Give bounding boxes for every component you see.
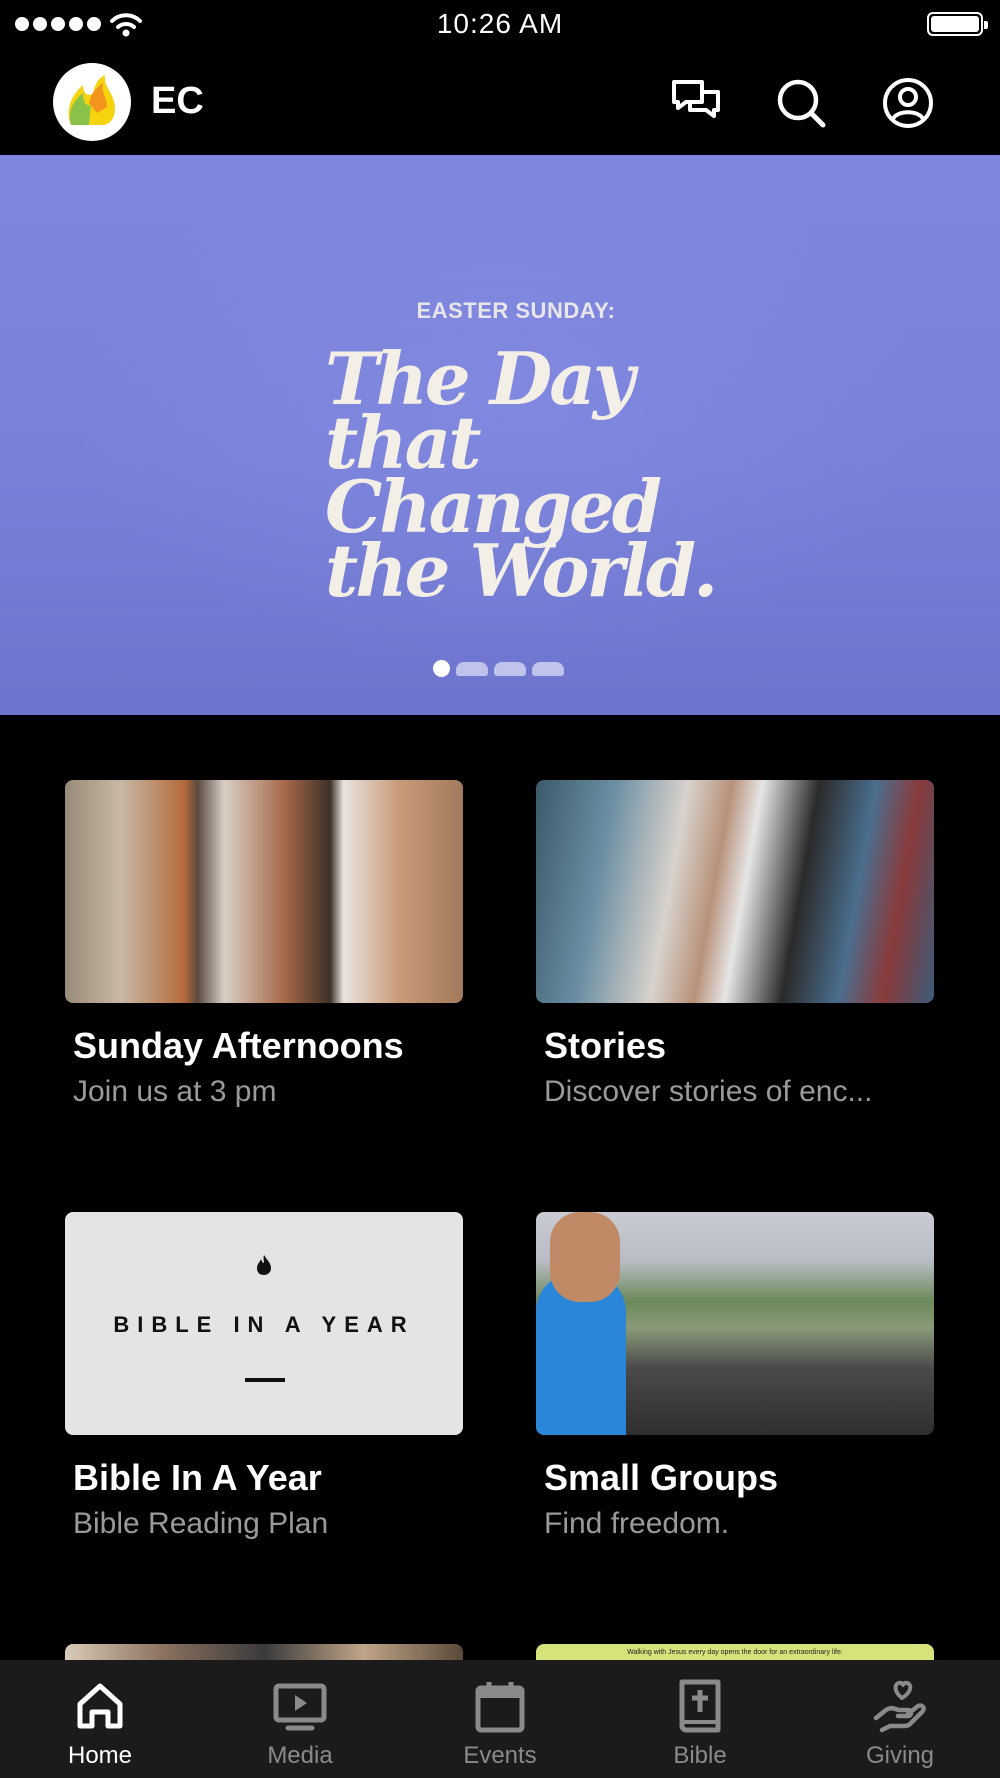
tab-label: Home: [67, 1742, 133, 1769]
card-subtitle: Find freedom.: [544, 1507, 730, 1540]
card-stories[interactable]: Stories Discover stories of enc...: [536, 780, 934, 1109]
giving-icon: [873, 1680, 926, 1733]
card-title: Bible In A Year: [73, 1457, 322, 1498]
card-subtitle: Discover stories of enc...: [544, 1075, 873, 1108]
media-icon: [273, 1683, 327, 1731]
bible-in-a-year-image: BIBLE IN A YEAR: [65, 1212, 463, 1435]
sunday-afternoons-photo: [65, 780, 463, 1003]
pagination-dot[interactable]: [494, 661, 526, 676]
search-icon[interactable]: [774, 76, 828, 130]
stories-photo: [536, 780, 934, 1003]
tab-label: Bible: [673, 1742, 727, 1769]
carousel-pagination[interactable]: [433, 660, 564, 677]
tab-bible[interactable]: Bible: [600, 1660, 800, 1778]
card-small-groups[interactable]: Small Groups Find freedom.: [536, 1212, 934, 1541]
flame-icon: [257, 1255, 271, 1275]
tab-label: Giving: [865, 1742, 935, 1769]
card-title: Small Groups: [544, 1457, 779, 1498]
person-face: [550, 1212, 620, 1302]
peek-card-text: Walking with Jesus every day opens the d…: [627, 1649, 843, 1656]
tab-label: Events: [463, 1742, 537, 1769]
tab-bar: Home Media Events Bible Giving: [0, 1660, 1000, 1778]
chat-icon[interactable]: [668, 76, 722, 130]
calendar-icon: [475, 1682, 525, 1733]
card-title: Sunday Afternoons: [73, 1025, 404, 1066]
divider: [245, 1378, 285, 1382]
small-groups-photo: [536, 1212, 934, 1435]
pagination-dot[interactable]: [532, 661, 564, 676]
profile-icon[interactable]: [881, 76, 935, 130]
app-header: EC: [0, 52, 1000, 154]
pagination-dot-active[interactable]: [433, 660, 450, 677]
bible-in-a-year-wordmark: BIBLE IN A YEAR: [113, 1312, 415, 1337]
flame-logo-icon: [68, 75, 115, 125]
tab-label: Media: [267, 1742, 333, 1769]
card-subtitle: Join us at 3 pm: [73, 1075, 277, 1108]
tab-media[interactable]: Media: [200, 1660, 400, 1778]
card-sunday-afternoons[interactable]: Sunday Afternoons Join us at 3 pm: [65, 780, 463, 1109]
hero-carousel[interactable]: EASTER SUNDAY: The Day that Changed the …: [0, 155, 1000, 715]
card-subtitle: Bible Reading Plan: [73, 1507, 329, 1540]
status-bar: 10:26 AM: [0, 0, 1000, 50]
bible-icon: [679, 1679, 721, 1733]
hero-title: The Day that Changed the World.: [325, 336, 718, 613]
status-time: 10:26 AM: [436, 8, 564, 39]
org-name: EC: [151, 80, 204, 122]
tab-home[interactable]: Home: [0, 1660, 200, 1778]
tab-events[interactable]: Events: [400, 1660, 600, 1778]
church-logo[interactable]: [53, 63, 131, 141]
card-bible-in-a-year[interactable]: BIBLE IN A YEAR Bible In A Year Bible Re…: [65, 1212, 463, 1541]
tab-giving[interactable]: Giving: [800, 1660, 1000, 1778]
card-title: Stories: [544, 1025, 667, 1066]
battery-icon: [927, 12, 988, 36]
pagination-dot[interactable]: [456, 661, 488, 676]
home-icon: [77, 1683, 123, 1729]
hero-kicker: EASTER SUNDAY:: [416, 298, 616, 323]
